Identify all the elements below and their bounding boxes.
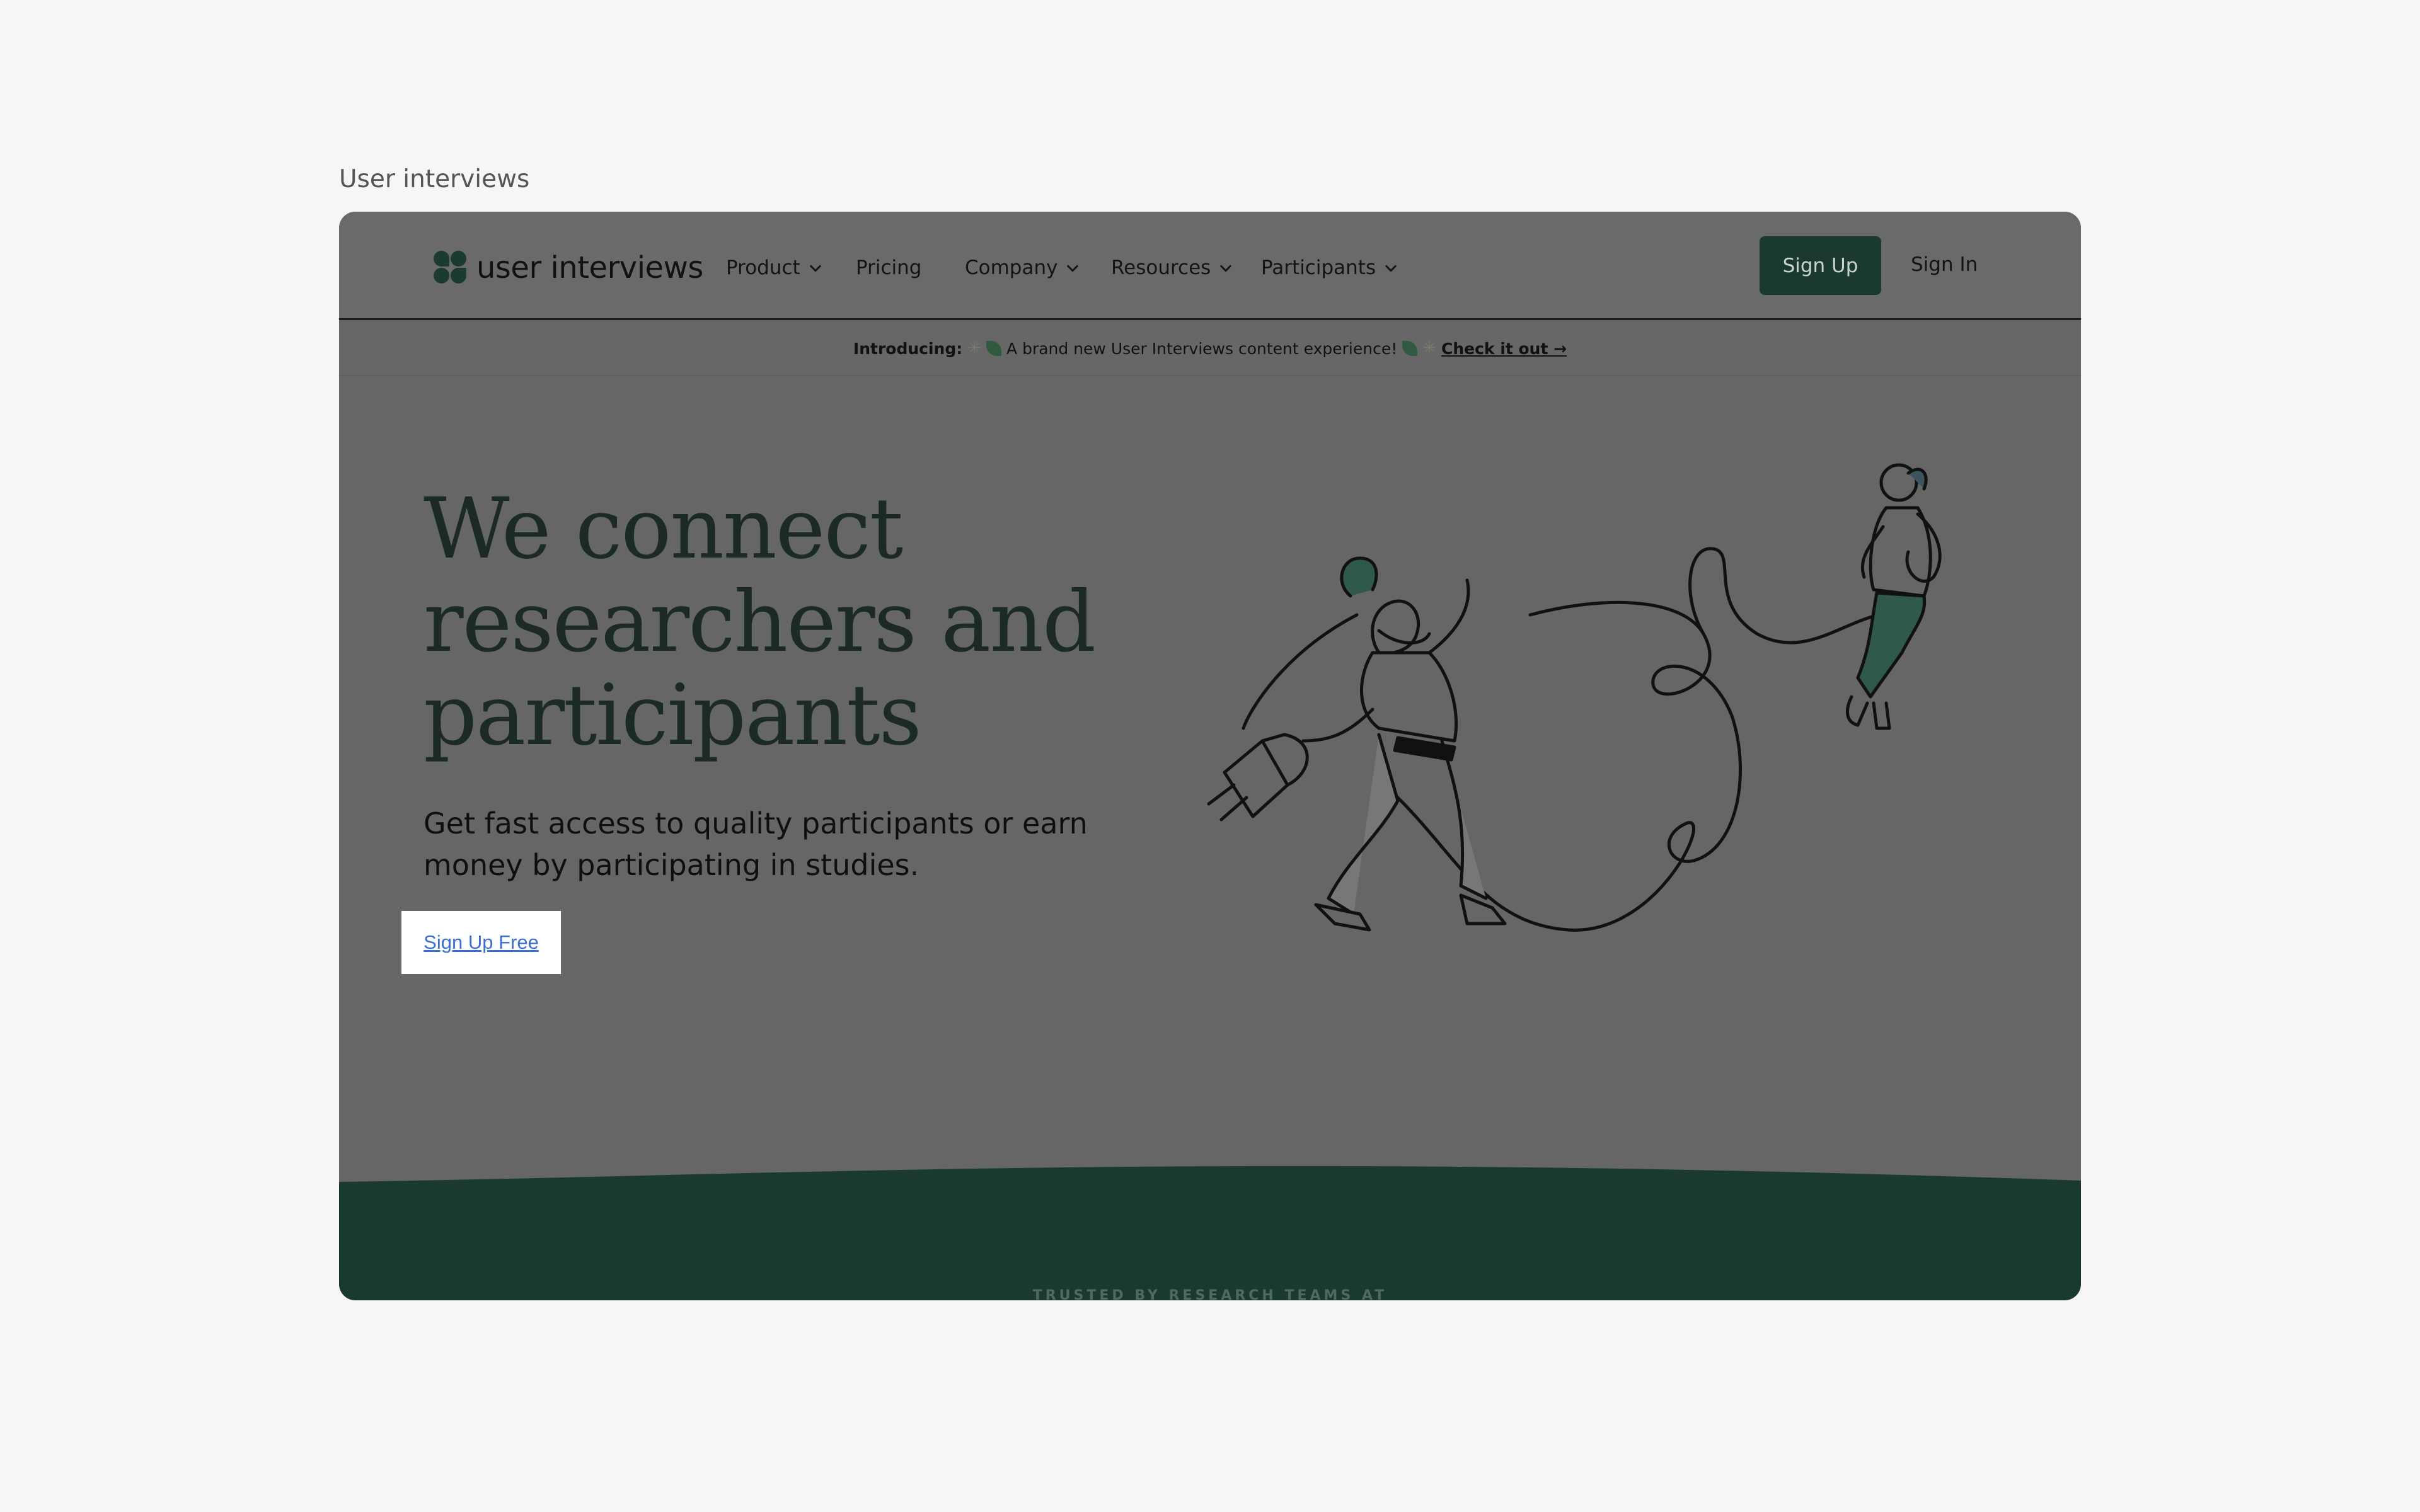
nav-item-participants[interactable]: Participants <box>1261 253 1400 282</box>
sign-in-link[interactable]: Sign In <box>1911 253 1978 276</box>
headline-line: We connect <box>424 481 903 578</box>
sparkle-icon: ✳ <box>1422 339 1437 358</box>
nav-item-label: Participants <box>1261 256 1376 279</box>
top-navigation: user interviews Product Pricing Company … <box>339 212 2081 320</box>
leaf-icon <box>1402 341 1418 356</box>
announcement-prefix: Introducing: <box>853 339 963 358</box>
nav-item-resources[interactable]: Resources <box>1111 253 1235 282</box>
announcement-text: A brand new User Interviews content expe… <box>1006 339 1398 358</box>
chevron-down-icon <box>1385 265 1397 272</box>
nav-item-product[interactable]: Product <box>726 253 824 282</box>
nav-item-label: Company <box>965 256 1058 279</box>
chevron-down-icon <box>1220 265 1232 272</box>
browser-frame: user interviews Product Pricing Company … <box>339 212 2081 1300</box>
nav-item-label: Product <box>726 256 800 279</box>
trusted-by-label: TRUSTED BY RESEARCH TEAMS AT <box>1032 1288 1388 1300</box>
nav-item-pricing[interactable]: Pricing <box>856 253 922 282</box>
check-it-out-link[interactable]: Check it out → <box>1441 340 1567 358</box>
announcement-bar: Introducing: ✳ A brand new User Intervie… <box>339 322 2081 376</box>
leaf-icon <box>986 341 1002 356</box>
logo[interactable]: user interviews <box>434 250 703 285</box>
hero-illustration <box>1207 463 1942 932</box>
sparkle-icon: ✳ <box>967 339 982 358</box>
nav-item-label: Resources <box>1111 256 1211 279</box>
sign-up-button[interactable]: Sign Up <box>1760 236 1881 295</box>
woman-figure <box>1301 556 1507 932</box>
headline-line: participants <box>424 667 922 764</box>
chevron-down-icon <box>809 265 821 272</box>
sign-up-free-button[interactable]: Sign Up Free <box>401 911 561 974</box>
logo-mark-icon <box>434 251 468 285</box>
hero-headline: We connect researchers and participants <box>424 483 1117 762</box>
plug-icon <box>1207 733 1309 822</box>
man-figure <box>1845 463 1942 730</box>
nav-item-company[interactable]: Company <box>965 253 1081 282</box>
logo-text: user interviews <box>476 250 703 285</box>
wave-footer-band <box>339 1166 2081 1300</box>
hero-subline: Get fast access to quality participants … <box>424 806 1088 882</box>
chevron-down-icon <box>1067 265 1079 272</box>
window-caption: User interviews <box>339 165 530 193</box>
headline-line: researchers and <box>424 574 1096 671</box>
nav-item-label: Pricing <box>856 256 922 279</box>
sign-up-free-link[interactable]: Sign Up Free <box>424 931 539 954</box>
